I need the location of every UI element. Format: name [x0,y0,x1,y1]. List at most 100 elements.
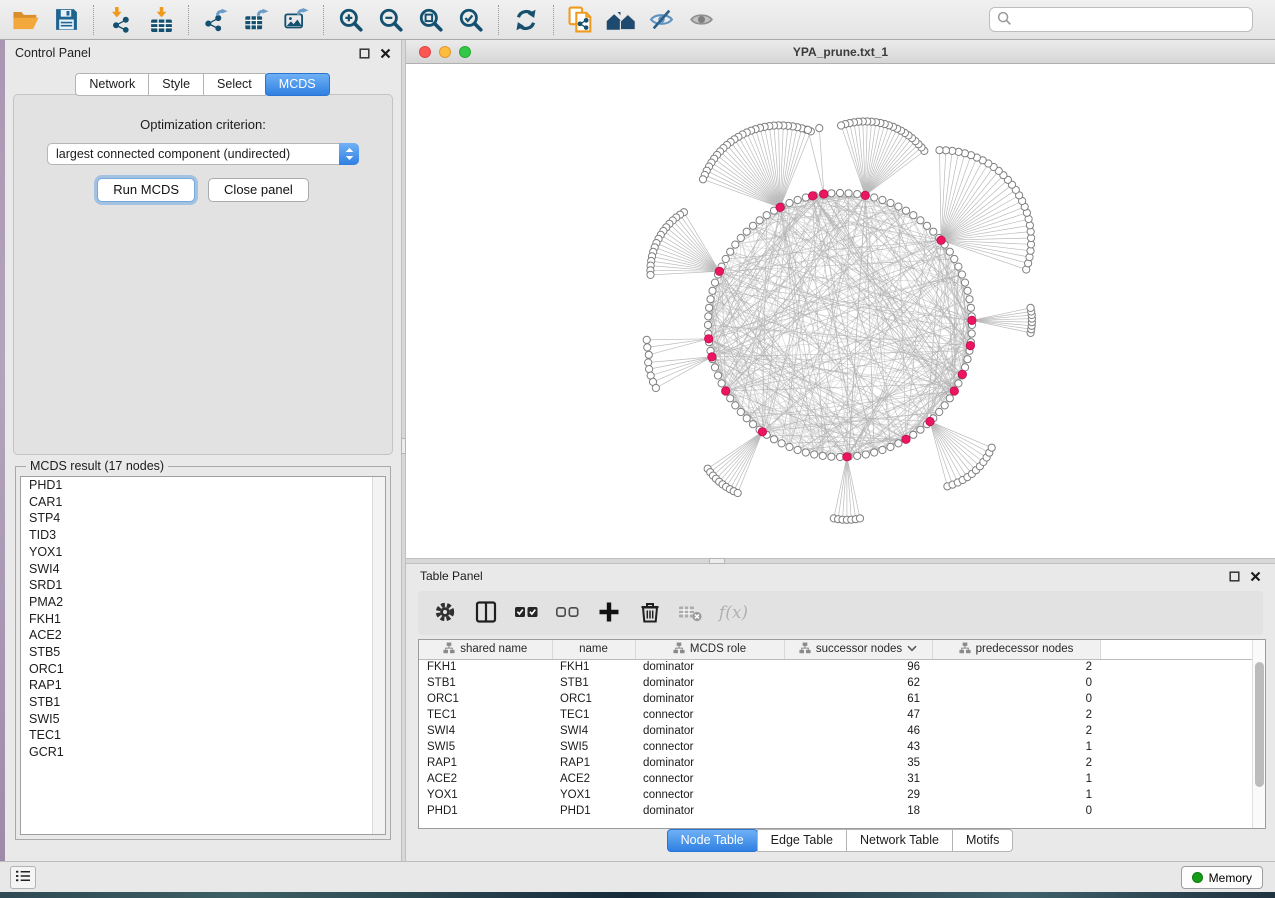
table-row[interactable]: STB1STB1dominator620 [419,675,1265,691]
criterion-dropdown[interactable]: largest connected component (undirected) [47,143,359,165]
mcds-result-item[interactable]: ACE2 [21,627,385,644]
right-workspace: YPA_prune.txt_1 Table Panel f(x) shared … [406,40,1275,861]
table-row[interactable]: TEC1TEC1connector472 [419,707,1265,723]
mcds-result-item[interactable]: FKH1 [21,611,385,628]
close-panel-icon[interactable] [379,47,391,59]
table-toolbar: f(x) [418,591,1263,635]
add-column-button[interactable] [590,594,627,632]
table-row[interactable]: FKH1FKH1dominator962 [419,659,1265,675]
table-cell: SWI5 [419,739,552,755]
mcds-result-item[interactable]: SWI5 [21,711,385,728]
mcds-result-item[interactable]: STB5 [21,644,385,661]
zoom-selected-button[interactable] [451,2,491,38]
delete-table-button[interactable] [672,594,709,632]
network-window-titlebar[interactable]: YPA_prune.txt_1 [406,40,1275,64]
tab-edge-table[interactable]: Edge Table [757,829,847,852]
close-panel-button[interactable]: Close panel [208,178,309,202]
node-table-body: FKH1FKH1dominator962STB1STB1dominator620… [419,659,1265,819]
table-row[interactable]: SWI5SWI5connector431 [419,739,1265,755]
table-cell: 29 [784,787,932,803]
search-icon [997,11,1012,29]
hide-details-button[interactable] [641,2,681,38]
tab-mcds[interactable]: MCDS [265,73,330,96]
table-row[interactable]: PHD1PHD1dominator180 [419,803,1265,819]
run-mcds-button[interactable]: Run MCDS [97,178,195,202]
deselect-all-button[interactable] [549,594,586,632]
delete-column-button[interactable] [631,594,668,632]
mcds-result-item[interactable]: TEC1 [21,727,385,744]
float-table-panel-icon[interactable] [1228,570,1240,582]
task-history-button[interactable] [10,866,36,889]
refresh-view-button[interactable] [506,2,546,38]
tab-select[interactable]: Select [203,73,266,96]
table-row[interactable]: ACE2ACE2connector311 [419,771,1265,787]
table-row[interactable]: SWI4SWI4dominator462 [419,723,1265,739]
close-traffic-light[interactable] [419,46,431,58]
open-session-button[interactable] [6,2,46,38]
table-row[interactable]: ORC1ORC1dominator610 [419,691,1265,707]
tab-motifs[interactable]: Motifs [952,829,1013,852]
tab-network[interactable]: Network [75,73,149,96]
float-panel-icon[interactable] [358,47,370,59]
table-scrollbar[interactable] [1252,640,1265,828]
table-cell: SWI4 [419,723,552,739]
mcds-result-item[interactable]: GCR1 [21,744,385,761]
table-row[interactable]: YOX1YOX1connector291 [419,787,1265,803]
mcds-result-item[interactable]: STP4 [21,510,385,527]
mcds-result-item[interactable]: RAP1 [21,677,385,694]
memory-button[interactable]: Memory [1181,866,1263,889]
close-table-panel-icon[interactable] [1249,570,1261,582]
zoom-traffic-light[interactable] [459,46,471,58]
deselect-all-icon [555,600,581,627]
table-cell: YOX1 [419,787,552,803]
export-network-button[interactable] [196,2,236,38]
import-network-icon [108,6,135,33]
mcds-result-item[interactable]: PMA2 [21,594,385,611]
column-header-shared-name[interactable]: shared name [419,640,552,659]
mcds-result-item[interactable]: YOX1 [21,544,385,561]
tab-style[interactable]: Style [148,73,204,96]
save-session-button[interactable] [46,2,86,38]
column-header-successor-nodes[interactable]: successor nodes [784,640,932,659]
network-canvas[interactable] [406,64,1275,558]
network-graph-svg[interactable] [406,64,1275,558]
search-box[interactable] [989,7,1253,32]
split-panel-button[interactable] [467,594,504,632]
mcds-result-item[interactable]: SWI4 [21,560,385,577]
add-column-icon [597,600,621,627]
import-network-button[interactable] [101,2,141,38]
column-header-predecessor-nodes[interactable]: predecessor nodes [932,640,1100,659]
refresh-view-icon [513,7,539,33]
export-image-button[interactable] [276,2,316,38]
minimize-traffic-light[interactable] [439,46,451,58]
mcds-result-item[interactable]: TID3 [21,527,385,544]
search-input[interactable] [1017,13,1245,27]
mcds-result-item[interactable]: CAR1 [21,494,385,511]
mcds-list-scrollbar[interactable] [372,477,385,834]
zoom-out-button[interactable] [371,2,411,38]
mcds-result-item[interactable]: ORC1 [21,661,385,678]
zoom-in-button[interactable] [331,2,371,38]
table-scrollbar-thumb[interactable] [1255,662,1264,787]
column-header-mcds-role[interactable]: MCDS role [635,640,784,659]
mcds-result-list[interactable]: PHD1CAR1STP4TID3YOX1SWI4SRD1PMA2FKH1ACE2… [20,476,386,835]
column-header-name[interactable]: name [552,640,635,659]
show-details-button[interactable] [681,2,721,38]
table-row[interactable]: RAP1RAP1dominator352 [419,755,1265,771]
zoom-fit-button[interactable] [411,2,451,38]
export-table-button[interactable] [236,2,276,38]
houses-button[interactable] [601,2,641,38]
function-builder-button[interactable]: f(x) [713,594,750,632]
tab-network-table[interactable]: Network Table [846,829,953,852]
clone-network-button[interactable] [561,2,601,38]
tab-node-table[interactable]: Node Table [667,829,758,852]
select-all-button[interactable] [508,594,545,632]
table-panel: Table Panel f(x) shared namenameMCDS rol… [406,564,1275,861]
table-settings-icon [433,600,457,627]
mcds-result-item[interactable]: PHD1 [21,477,385,494]
import-table-button[interactable] [141,2,181,38]
export-image-icon [282,6,311,33]
mcds-result-item[interactable]: STB1 [21,694,385,711]
mcds-result-item[interactable]: SRD1 [21,577,385,594]
table-settings-button[interactable] [426,594,463,632]
